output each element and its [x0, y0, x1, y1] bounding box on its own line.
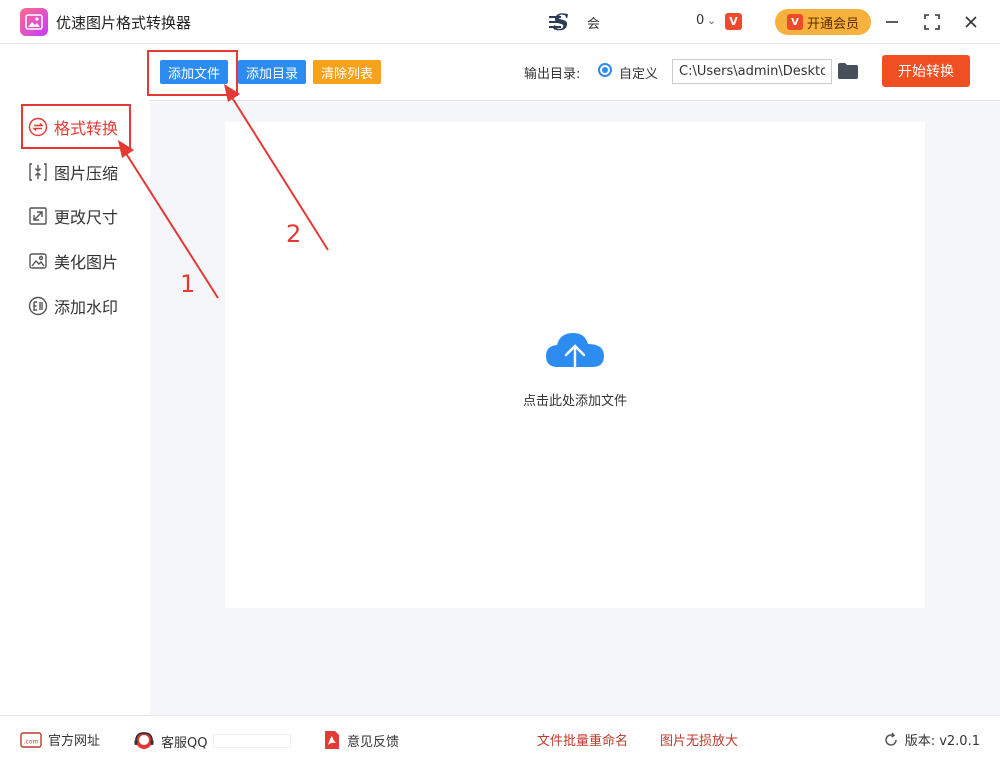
cloud-upload-icon[interactable] [544, 327, 606, 381]
user-name[interactable]: 会 [587, 13, 600, 32]
official-website-link[interactable]: .com 官方网址 [20, 730, 100, 749]
coin-badge-icon[interactable]: V [725, 13, 742, 30]
add-directory-button[interactable]: 添加目录 [238, 60, 307, 84]
website-icon-text: .com [24, 738, 39, 745]
feedback-label: 意见反馈 [347, 734, 400, 750]
version-info: 版本: v2.0.1 [883, 730, 980, 749]
vip-icon: V [786, 14, 803, 30]
sidebar-item-label: 添加水印 [54, 298, 119, 317]
close-button[interactable] [959, 10, 983, 34]
sidebar-item-resize[interactable]: 更改尺寸 [28, 201, 118, 231]
customer-qq-link[interactable]: 客服QQ [133, 730, 292, 752]
version-label: 版本: v2.0.1 [904, 734, 980, 749]
compress-icon [28, 162, 48, 182]
qq-number-redacted [213, 734, 292, 748]
annotation-label-2: 2 [286, 220, 302, 248]
folder-icon[interactable] [837, 62, 859, 80]
vip-button[interactable]: V 开通会员 [775, 9, 871, 35]
batch-rename-link[interactable]: 文件批量重命名 [537, 730, 628, 749]
sidebar-item-watermark[interactable]: 添加水印 [28, 291, 118, 321]
output-path-input[interactable] [672, 59, 832, 84]
custom-dir-radio-label[interactable]: 自定义 [619, 63, 658, 82]
title-bar: 优速图片格式转换器 S 会 0 ⌄ V V 开通会员 [0, 0, 1000, 44]
minimize-button[interactable] [880, 10, 904, 34]
sidebar-item-label: 美化图片 [54, 253, 119, 272]
annotation-highlight-add-file [147, 50, 238, 96]
user-avatar-icon: S [549, 10, 569, 34]
refresh-icon [885, 732, 897, 746]
sidebar-item-label: 图片压缩 [54, 164, 119, 183]
app-logo-icon [20, 8, 48, 36]
annotation-highlight-sidebar [21, 104, 131, 149]
sidebar-item-label: 更改尺寸 [54, 208, 119, 227]
footer: .com 官方网址 客服QQ 意见反馈 文件批量重命名 图片无损放大 版本: v… [0, 715, 1000, 760]
start-convert-button[interactable]: 开始转换 [882, 55, 970, 87]
watermark-icon [28, 296, 48, 316]
custom-dir-radio[interactable] [598, 63, 612, 77]
official-website-label: 官方网址 [48, 734, 101, 749]
sidebar-item-beautify[interactable]: 美化图片 [28, 246, 118, 276]
website-icon: .com [20, 731, 42, 748]
annotation-label-1: 1 [180, 270, 196, 298]
drop-zone-text[interactable]: 点击此处添加文件 [500, 390, 650, 409]
feedback-link[interactable]: 意见反馈 [323, 730, 399, 750]
chevron-down-icon[interactable]: ⌄ [707, 14, 716, 27]
feedback-icon [325, 731, 339, 749]
resize-icon [28, 206, 48, 226]
beautify-icon [28, 251, 48, 271]
clear-list-button[interactable]: 清除列表 [313, 60, 382, 84]
customer-qq-label: 客服QQ [161, 735, 208, 751]
output-dir-label: 输出目录: [524, 67, 581, 82]
app-title: 优速图片格式转换器 [56, 14, 192, 32]
coin-count[interactable]: 0 [696, 13, 704, 28]
maximize-button[interactable] [920, 10, 944, 34]
vip-label: 开通会员 [806, 16, 859, 32]
customer-service-icon [134, 732, 154, 749]
lossless-enlarge-link[interactable]: 图片无损放大 [660, 730, 738, 749]
sidebar-item-compress[interactable]: 图片压缩 [28, 157, 118, 187]
